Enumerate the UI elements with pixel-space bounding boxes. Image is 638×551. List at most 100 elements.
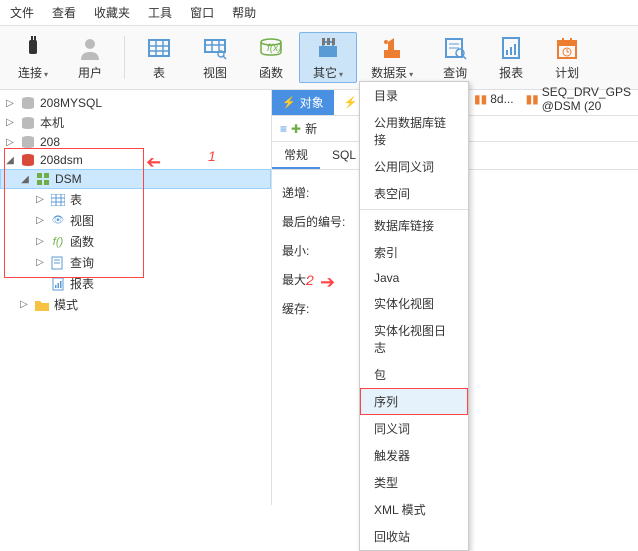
tree-item[interactable]: ◢ 208dsm — [0, 151, 271, 169]
menu-item[interactable]: Java — [360, 266, 468, 290]
form-label: 递增: — [282, 184, 362, 201]
menu-item[interactable]: 同义词 — [360, 415, 468, 442]
tree-toggle[interactable]: ▷ — [4, 117, 16, 128]
menu-item[interactable]: 包 — [360, 361, 468, 388]
tool-function[interactable]: f(x) 函数 — [243, 32, 299, 83]
view-icon: 👁 — [50, 214, 66, 228]
menu-item[interactable]: 回收站 — [360, 523, 468, 550]
user-icon — [76, 34, 104, 62]
subtab-general[interactable]: 常规 — [272, 142, 320, 169]
annotation-arrow-1: ➔ — [146, 152, 161, 173]
tree-item[interactable]: ▷ 208MYSQL — [0, 94, 271, 112]
query-icon — [441, 34, 469, 62]
tree-toggle[interactable]: ▷ — [34, 194, 46, 205]
tree-label: 查询 — [70, 254, 94, 271]
tree-toggle[interactable]: ▷ — [34, 215, 46, 226]
menu-item[interactable]: 实体化视图日志 — [360, 317, 468, 361]
tool-other[interactable]: 其它▾ — [299, 32, 357, 83]
menu-item[interactable]: 实体化视图 — [360, 290, 468, 317]
tool-view[interactable]: 视图 — [187, 32, 243, 83]
editor-tab-2[interactable]: ▮▮SEQ_DRV_GPS @DSM (20 — [522, 83, 638, 115]
tool-user[interactable]: 用户 — [62, 32, 118, 83]
menubar: 文件 查看 收藏夹 工具 窗口 帮助 — [0, 0, 638, 26]
bolt-icon: ⚡ — [282, 96, 296, 109]
tree-label: 208MYSQL — [40, 96, 102, 110]
db-gray-icon — [20, 116, 36, 130]
tree-label: DSM — [55, 172, 82, 186]
toolbox-icon — [314, 34, 342, 62]
menu-item[interactable]: XML 模式 — [360, 496, 468, 523]
tree-toggle[interactable]: ◢ — [4, 155, 16, 166]
db-gray-icon — [20, 96, 36, 110]
editor-tab-1[interactable]: ▮▮8d... — [470, 83, 518, 115]
tree-item[interactable]: ◢ DSM — [0, 169, 271, 189]
db-red-icon — [20, 153, 36, 167]
tool-schedule[interactable]: 计划 — [539, 32, 595, 83]
annotation-label-2: 2 — [306, 272, 314, 288]
tree-item[interactable]: ▷模式 — [0, 294, 271, 315]
form-label: 最后的编号: — [282, 213, 362, 230]
tree-item[interactable]: ▷ 查询 — [0, 252, 271, 273]
pump-icon — [378, 34, 406, 62]
tree-label: 函数 — [70, 233, 94, 250]
form-label: 最小: — [282, 242, 362, 259]
toolbar: 连接▾ 用户 表 视图 f(x) 函数 其它▾ 数据泵▾ 查询 报表 计划 — [0, 26, 638, 90]
menu-view[interactable]: 查看 — [52, 4, 76, 21]
form-label: 缓存: — [282, 300, 362, 317]
tree-item[interactable]: ▷表 — [0, 189, 271, 210]
other-dropdown-menu: 目录公用数据库链接公用同义词表空间数据库链接索引Java实体化视图实体化视图日志… — [359, 81, 469, 551]
menu-item[interactable]: 公用同义词 — [360, 153, 468, 180]
tree-toggle[interactable]: ◢ — [19, 174, 31, 185]
db-gray-icon — [20, 135, 36, 149]
svg-text:f(x): f(x) — [267, 43, 281, 54]
menu-tools[interactable]: 工具 — [148, 4, 172, 21]
tree-item[interactable]: 报表 — [0, 273, 271, 294]
tree-item[interactable]: ▷f()函数 — [0, 231, 271, 252]
tree-toggle[interactable]: ▷ — [4, 137, 16, 148]
tree-toggle[interactable]: ▷ — [34, 236, 46, 247]
tree-toggle[interactable]: ▷ — [34, 257, 46, 268]
chart-icon: ▮▮ — [474, 92, 487, 106]
tree-label: 报表 — [70, 275, 94, 292]
tree-item[interactable]: ▷208 — [0, 133, 271, 151]
tool-datapump[interactable]: 数据泵▾ — [357, 32, 427, 83]
menu-item[interactable]: 公用数据库链接 — [360, 109, 468, 153]
action-new[interactable]: ≡ ✚ 新 — [280, 120, 317, 137]
schema-icon — [35, 172, 51, 186]
tree-label: 视图 — [70, 212, 94, 229]
annotation-label-1: 1 — [208, 148, 216, 164]
chart-icon: ▮▮ — [526, 92, 539, 106]
menu-item[interactable]: 表空间 — [360, 180, 468, 207]
table-icon — [50, 193, 66, 207]
query-icon — [50, 256, 66, 270]
menu-file[interactable]: 文件 — [10, 4, 34, 21]
tree-toggle[interactable]: ▷ — [18, 299, 30, 310]
folder-icon — [34, 298, 50, 312]
editor-tabs: ▮▮8d... ▮▮SEQ_DRV_GPS @DSM (20 — [470, 83, 638, 115]
menu-item[interactable]: 数据库链接 — [360, 212, 468, 239]
calendar-icon — [553, 34, 581, 62]
tree-toggle[interactable]: ▷ — [4, 98, 16, 109]
menu-item[interactable]: 索引 — [360, 239, 468, 266]
tool-table[interactable]: 表 — [131, 32, 187, 83]
menu-item[interactable]: 目录 — [360, 82, 468, 109]
tree-item[interactable]: ▷ 👁 视图 — [0, 210, 271, 231]
menu-window[interactable]: 窗口 — [190, 4, 214, 21]
tree-label: 208dsm — [40, 153, 83, 167]
report-icon — [50, 277, 66, 291]
tree-label: 表 — [70, 191, 82, 208]
tree-item[interactable]: ▷本机 — [0, 112, 271, 133]
tool-report[interactable]: 报表 — [483, 32, 539, 83]
menu-item[interactable]: 序列 — [360, 388, 468, 415]
report-icon — [497, 34, 525, 62]
bolt-icon: ⚡ — [344, 96, 358, 109]
menu-help[interactable]: 帮助 — [232, 4, 256, 21]
plug-icon — [19, 34, 47, 62]
tool-query[interactable]: 查询 — [427, 32, 483, 83]
tab-objects[interactable]: ⚡对象 — [272, 90, 334, 115]
menu-item[interactable]: 类型 — [360, 469, 468, 496]
menu-item[interactable]: 触发器 — [360, 442, 468, 469]
tool-connect[interactable]: 连接▾ — [4, 32, 62, 83]
sidebar-tree: ▷208MYSQL▷本机▷208◢208dsm◢DSM▷表▷👁视图▷f()函数▷… — [0, 90, 272, 505]
menu-fav[interactable]: 收藏夹 — [94, 4, 130, 21]
